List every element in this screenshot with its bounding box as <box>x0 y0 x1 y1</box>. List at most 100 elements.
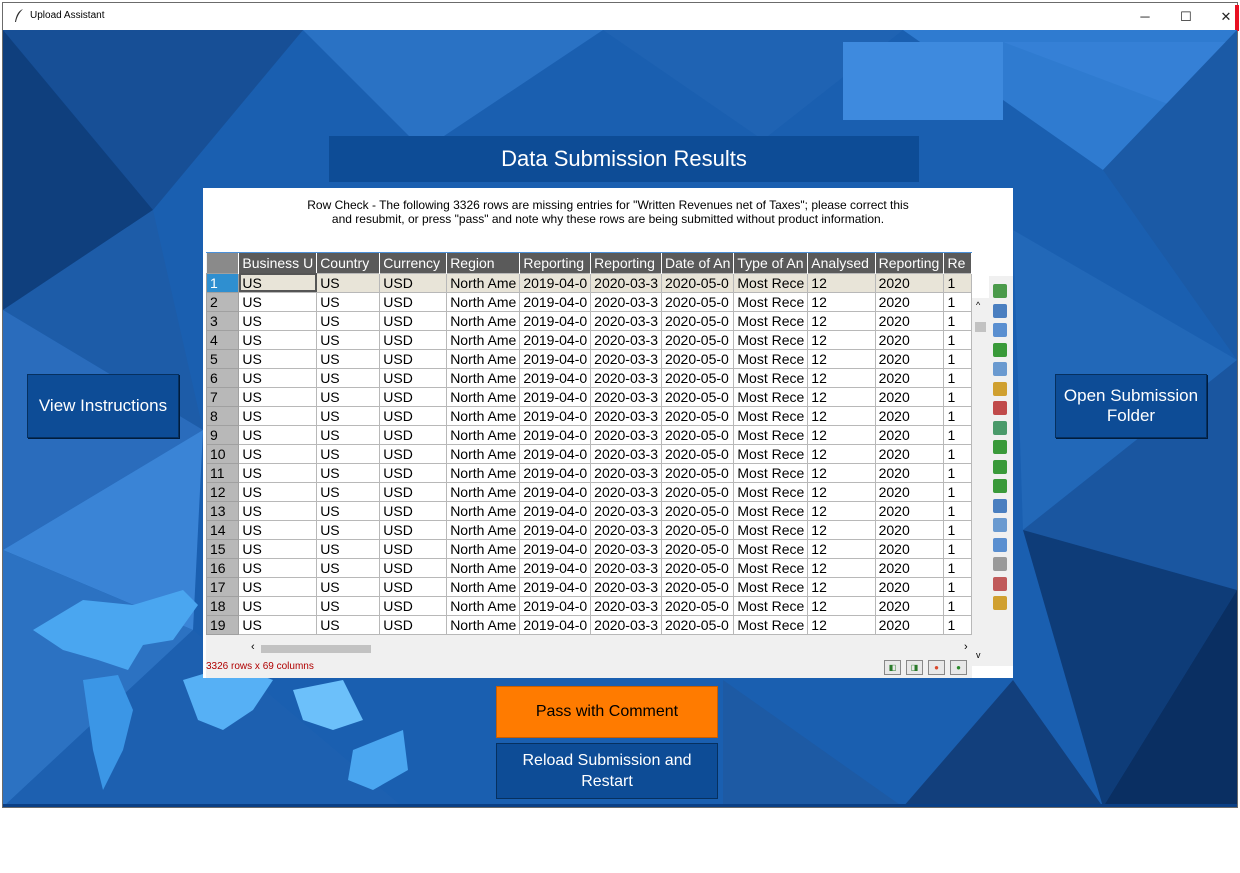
table-cell[interactable]: 2020 <box>874 443 945 464</box>
table-cell[interactable]: US <box>316 538 381 559</box>
table-cell[interactable]: USD <box>379 595 448 616</box>
table-row[interactable]: 15 US US USD North Ame 2019-04-0 2020-03-3 2020… <box>206 538 972 559</box>
table-cell[interactable]: 12 <box>807 367 876 388</box>
table-cell[interactable]: US <box>316 462 381 483</box>
table-cell[interactable]: 2019-04-0 <box>519 462 592 483</box>
table-cell[interactable]: US <box>316 595 381 616</box>
vertical-scroll-thumb[interactable] <box>975 322 986 332</box>
row-number[interactable]: 4 <box>206 329 240 350</box>
table-cell[interactable]: 2020-03-3 <box>590 519 662 540</box>
table-cell[interactable]: USD <box>379 291 448 312</box>
table-cell[interactable]: Most Rece <box>733 500 809 521</box>
table-row[interactable]: 18 US US USD North Ame 2019-04-0 2020-03-3 2020… <box>206 595 972 616</box>
table-cell[interactable]: North Ame <box>446 424 521 445</box>
pass-with-comment-button[interactable]: Pass with Comment <box>496 686 718 738</box>
table-cell[interactable]: USD <box>379 557 448 578</box>
save-icon[interactable] <box>993 537 1007 552</box>
table-cell[interactable]: US <box>316 614 381 635</box>
table-cell[interactable]: 2019-04-0 <box>519 595 592 616</box>
table-cell[interactable]: 2020-03-3 <box>590 462 662 483</box>
table-cell[interactable]: US <box>238 405 318 426</box>
table-cell[interactable]: US <box>238 291 318 312</box>
table-row[interactable]: 10 US US USD North Ame 2019-04-0 2020-03-3 2020… <box>206 443 972 464</box>
table-cell[interactable]: 1 <box>943 272 972 293</box>
table-cell[interactable]: 1 <box>943 500 972 521</box>
table-cell[interactable]: 2020-05-0 <box>660 557 735 578</box>
row-number[interactable]: 16 <box>206 557 240 578</box>
table-cell[interactable]: USD <box>379 443 448 464</box>
table-cell[interactable]: US <box>316 367 381 388</box>
column-header[interactable]: Region <box>446 253 521 273</box>
row-number[interactable]: 15 <box>206 538 240 559</box>
table-cell[interactable]: USD <box>379 481 448 502</box>
table-cell[interactable]: 2020 <box>874 424 945 445</box>
horizontal-scrollbar[interactable]: ‹ › <box>206 640 972 657</box>
row-number[interactable]: 6 <box>206 367 240 388</box>
table-cell[interactable]: 12 <box>807 462 876 483</box>
table-cell[interactable]: 1 <box>943 595 972 616</box>
table-cell[interactable]: 1 <box>943 348 972 369</box>
back-icon[interactable] <box>993 479 1007 493</box>
filter-icon[interactable] <box>993 576 1007 591</box>
scroll-up-icon[interactable]: ^ <box>976 300 980 310</box>
table-cell[interactable]: 1 <box>943 614 972 635</box>
row-number[interactable]: 2 <box>206 291 240 312</box>
table-cell[interactable]: 2020-03-3 <box>590 329 662 350</box>
table-cell[interactable]: 12 <box>807 424 876 445</box>
clipboard-icon[interactable] <box>993 381 1007 396</box>
table-cell[interactable]: North Ame <box>446 614 521 635</box>
table-row[interactable]: 13 US US USD North Ame 2019-04-0 2020-03-3 2020… <box>206 500 972 521</box>
table-cell[interactable]: Most Rece <box>733 272 809 293</box>
table-cell[interactable]: Most Rece <box>733 329 809 350</box>
table-cell[interactable]: 2020-03-3 <box>590 443 662 464</box>
table-cell[interactable]: 2020 <box>874 519 945 540</box>
export-icon[interactable] <box>993 596 1007 610</box>
table-cell[interactable]: US <box>238 481 318 502</box>
table-cell[interactable]: 1 <box>943 557 972 578</box>
table-cell[interactable]: US <box>316 500 381 521</box>
table-cell[interactable]: 2020-05-0 <box>660 272 735 293</box>
table-cell[interactable]: 1 <box>943 310 972 331</box>
table-row[interactable]: 8 US US USD North Ame 2019-04-0 2020-03-3 2020-… <box>206 405 972 426</box>
table-cell[interactable]: 2020 <box>874 291 945 312</box>
function-icon[interactable] <box>993 498 1007 513</box>
table-cell[interactable]: US <box>316 424 381 445</box>
table-cell[interactable]: 12 <box>807 595 876 616</box>
column-header[interactable]: Business U <box>238 253 318 273</box>
column-header[interactable]: Reporting <box>875 253 945 273</box>
table-cell[interactable]: 2020-05-0 <box>660 443 735 464</box>
corner-cell[interactable] <box>206 253 240 273</box>
table-cell[interactable]: 2020-05-0 <box>660 595 735 616</box>
table-cell[interactable]: 2020-03-3 <box>590 367 662 388</box>
table-cell[interactable]: US <box>238 310 318 331</box>
table-icon[interactable] <box>993 518 1007 532</box>
table-cell[interactable]: 12 <box>807 329 876 350</box>
table-cell[interactable]: 2020-03-3 <box>590 405 662 426</box>
table-cell[interactable]: 1 <box>943 576 972 597</box>
table-cell[interactable]: Most Rece <box>733 291 809 312</box>
row-number[interactable]: 18 <box>206 595 240 616</box>
row-number[interactable]: 3 <box>206 310 240 331</box>
forward-icon[interactable] <box>993 440 1007 454</box>
paste-icon[interactable] <box>993 323 1007 337</box>
table-cell[interactable]: 12 <box>807 405 876 426</box>
table-cell[interactable]: 2020-05-0 <box>660 519 735 540</box>
table-cell[interactable]: North Ame <box>446 595 521 616</box>
table-cell[interactable]: 2020-03-3 <box>590 500 662 521</box>
table-cell[interactable]: 1 <box>943 462 972 483</box>
table-cell[interactable]: 2020-05-0 <box>660 386 735 407</box>
table-cell[interactable]: 2020 <box>874 405 945 426</box>
table-cell[interactable]: 2020 <box>874 462 945 483</box>
table-cell[interactable]: 2020-03-3 <box>590 614 662 635</box>
table-cell[interactable]: 12 <box>807 291 876 312</box>
table-cell[interactable]: Most Rece <box>733 405 809 426</box>
table-cell[interactable]: US <box>316 348 381 369</box>
table-row[interactable]: 16 US US USD North Ame 2019-04-0 2020-03-3 2020… <box>206 557 972 578</box>
table-cell[interactable]: 2020 <box>874 576 945 597</box>
table-cell[interactable]: USD <box>379 386 448 407</box>
table-row[interactable]: 12 US US USD North Ame 2019-04-0 2020-03-3 2020… <box>206 481 972 502</box>
table-cell[interactable]: US <box>316 576 381 597</box>
table-cell[interactable]: 2020-05-0 <box>660 348 735 369</box>
table-cell[interactable]: Most Rece <box>733 443 809 464</box>
table-cell[interactable]: US <box>316 310 381 331</box>
